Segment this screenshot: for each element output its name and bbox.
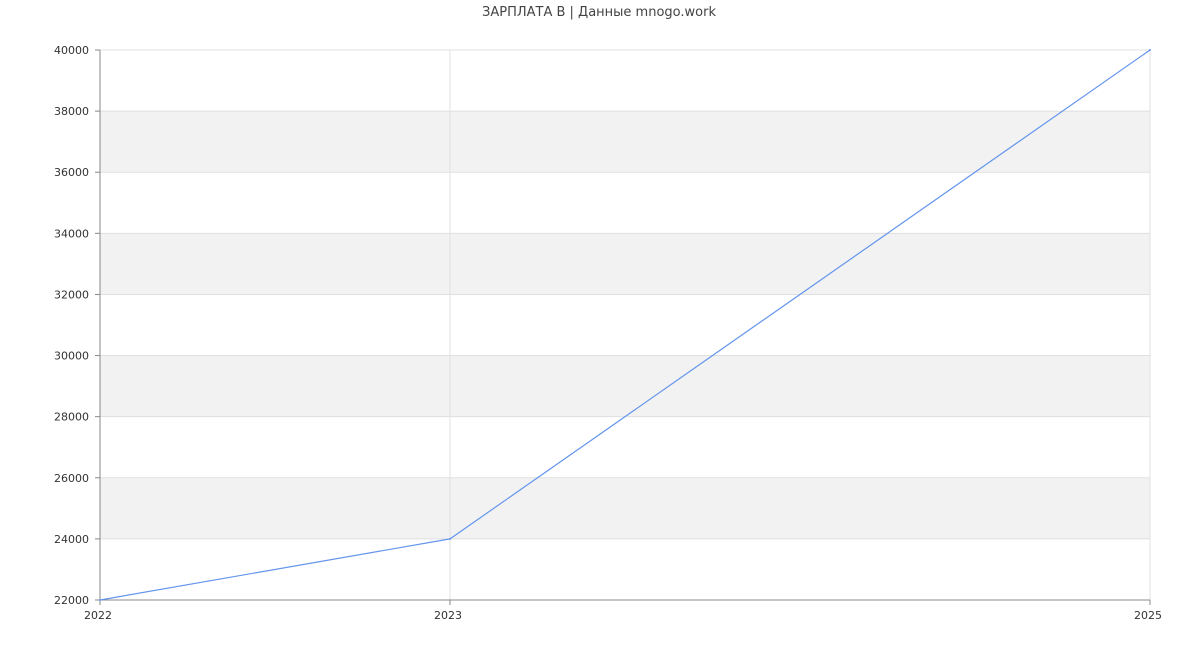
line-chart: 22000 24000 26000 28000 30000 32000 34000 36000… <box>54 5 1162 622</box>
y-tick-label: 24000 <box>54 533 89 546</box>
y-tick-label: 34000 <box>54 227 89 240</box>
plot-bands <box>100 111 1150 539</box>
data-point <box>1149 49 1151 51</box>
y-tick-label: 38000 <box>54 105 89 118</box>
plot-band <box>100 111 1150 173</box>
y-tick-label: 30000 <box>54 350 89 363</box>
x-tick-label: 2023 <box>434 609 462 622</box>
y-tick-label: 36000 <box>54 166 89 179</box>
x-tick-label: 2022 <box>84 609 112 622</box>
chart-container: 22000 24000 26000 28000 30000 32000 34000 36000… <box>0 0 1200 650</box>
plot-band <box>100 233 1150 295</box>
chart-title: ЗАРПЛАТА В | Данные mnogo.work <box>482 5 716 20</box>
plot-band <box>100 355 1150 417</box>
y-tick-label: 28000 <box>54 411 89 424</box>
plot-band <box>100 477 1150 539</box>
data-point <box>449 537 451 540</box>
y-tick-label: 26000 <box>54 472 89 485</box>
data-point <box>99 599 101 601</box>
x-tick-label: 2025 <box>1134 609 1162 622</box>
y-tick-label: 22000 <box>54 594 89 607</box>
y-tick-label: 40000 <box>54 44 89 57</box>
y-tick-label: 32000 <box>54 288 89 301</box>
